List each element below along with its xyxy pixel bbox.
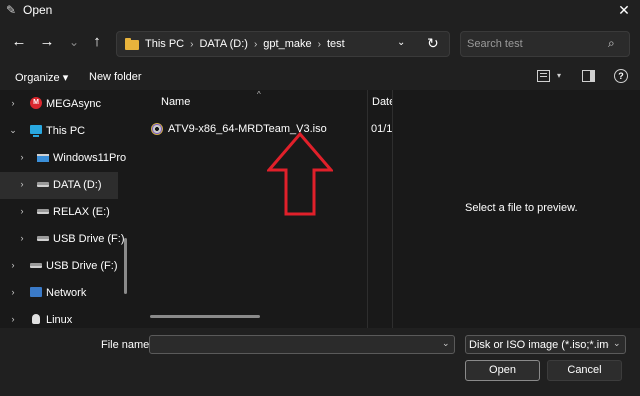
sidebar-item-this-pc[interactable]: ⌄ This PC	[0, 118, 118, 145]
chevron-right-icon[interactable]: ›	[8, 98, 18, 108]
sidebar-item-data-drive[interactable]: › DATA (D:)	[0, 172, 118, 199]
address-bar[interactable]: This PC › DATA (D:) › gpt_make › test ⌄ ↻	[116, 31, 450, 57]
breadcrumb: This PC › DATA (D:) › gpt_make › test	[145, 38, 345, 50]
sidebar-item-label: Network	[46, 287, 87, 299]
annotation-arrow-icon	[267, 132, 333, 216]
file-name-label: File name:	[101, 339, 153, 351]
preview-pane: Select a file to preview.	[392, 90, 640, 328]
file-type-value: Disk or ISO image (*.iso;*.img;*.	[469, 339, 609, 351]
forward-button[interactable]: →	[37, 32, 57, 52]
sidebar-item-label: DATA (D:)	[53, 179, 102, 191]
navigation-scrollbar[interactable]	[124, 238, 127, 294]
back-button[interactable]: ←	[9, 32, 29, 52]
sidebar-item-usb-drive[interactable]: › USB Drive (F:)	[0, 226, 125, 253]
search-box: ⌕	[460, 31, 630, 57]
title-bar: ✎ Open ✕	[0, 0, 640, 20]
chevron-right-icon[interactable]: ›	[17, 233, 27, 243]
preview-message: Select a file to preview.	[465, 202, 578, 214]
sidebar-item-label: RELAX (E:)	[53, 206, 110, 218]
sidebar-item-label: USB Drive (F:)	[46, 260, 118, 272]
folder-icon	[125, 38, 139, 50]
chevron-down-icon[interactable]: ⌄	[8, 125, 18, 136]
chevron-right-icon[interactable]: ›	[17, 152, 27, 162]
file-type-select[interactable]: Disk or ISO image (*.iso;*.img;*. ⌄	[465, 335, 626, 354]
new-folder-button[interactable]: New folder	[89, 71, 142, 83]
chevron-right-icon[interactable]: ›	[8, 260, 18, 270]
crumb-test[interactable]: test	[327, 38, 345, 50]
sidebar-item-relax-drive[interactable]: › RELAX (E:)	[0, 199, 118, 226]
chevron-down-icon[interactable]: ⌄	[442, 338, 450, 349]
chevron-right-icon[interactable]: ›	[17, 206, 27, 216]
drive-icon	[37, 209, 49, 214]
chevron-right-icon: ›	[253, 39, 258, 50]
sidebar-item-label: Linux	[46, 314, 73, 326]
preview-pane-icon[interactable]	[582, 70, 595, 82]
sidebar-item-label: MEGAsync	[46, 98, 102, 110]
crumb-data-drive[interactable]: DATA (D:)	[199, 38, 247, 50]
refresh-button[interactable]: ↻	[427, 35, 439, 52]
crumb-this-pc[interactable]: This PC	[145, 38, 184, 50]
recent-locations-button[interactable]: ⌄	[64, 32, 84, 52]
navigation-pane: › M MEGAsync ⌄ This PC › Windows11Pro › …	[0, 90, 132, 328]
sidebar-item-megasync[interactable]: › M MEGAsync	[0, 91, 118, 118]
up-button[interactable]: ↑	[87, 32, 107, 52]
drive-icon	[30, 263, 42, 268]
window-title: Open	[23, 3, 53, 17]
file-list: ^ Name Date ATV9-x86_64-MRDTeam_V3.iso 0…	[132, 90, 395, 328]
open-button[interactable]: Open	[465, 360, 540, 381]
network-icon	[30, 287, 42, 297]
iso-file-icon	[151, 123, 163, 135]
sidebar-item-label: This PC	[46, 125, 86, 137]
close-button[interactable]: ✕	[608, 0, 640, 20]
command-bar: Organize ▾ New folder ▾ ?	[0, 66, 640, 90]
drive-icon	[37, 236, 49, 241]
chevron-right-icon: ›	[190, 39, 194, 50]
cancel-button[interactable]: Cancel	[547, 360, 622, 381]
view-dropdown-icon[interactable]: ▾	[557, 71, 561, 80]
crumb-gpt-make[interactable]: gpt_make	[263, 38, 311, 50]
chevron-right-icon[interactable]: ›	[8, 287, 18, 297]
search-input[interactable]	[467, 36, 607, 52]
edit-icon: ✎	[6, 3, 17, 17]
organize-button[interactable]: Organize ▾	[15, 71, 68, 84]
view-options-icon[interactable]	[537, 70, 550, 82]
chevron-right-icon[interactable]: ›	[8, 314, 18, 324]
list-item[interactable]: ATV9-x86_64-MRDTeam_V3.iso 01/1	[132, 120, 392, 140]
this-pc-icon	[30, 125, 42, 137]
horizontal-scrollbar[interactable]	[150, 315, 260, 318]
sidebar-item-windows11pro[interactable]: › Windows11Pro	[0, 145, 127, 172]
navigation-bar: ← → ⌄ ↑ This PC › DATA (D:) › gpt_make › test …	[0, 20, 640, 66]
megasync-icon: M	[30, 97, 42, 109]
help-icon[interactable]: ?	[614, 69, 628, 83]
linux-icon	[32, 314, 40, 324]
drive-icon	[37, 182, 49, 187]
windows-drive-icon	[37, 154, 49, 162]
address-dropdown-icon[interactable]: ⌄	[397, 37, 411, 48]
file-name-input[interactable]	[154, 338, 434, 351]
sidebar-item-label: USB Drive (F:)	[53, 233, 125, 245]
chevron-right-icon[interactable]: ›	[17, 179, 27, 189]
file-date: 01/1	[371, 123, 393, 135]
search-icon[interactable]: ⌕	[608, 36, 615, 51]
chevron-down-icon[interactable]: ⌄	[613, 338, 621, 349]
sidebar-item-linux[interactable]: › Linux	[0, 307, 118, 328]
chevron-right-icon: ›	[317, 39, 321, 50]
footer: File name: ⌄ Disk or ISO image (*.iso;*.…	[0, 328, 640, 396]
sidebar-item-label: Windows11Pro	[53, 152, 127, 164]
file-name-field[interactable]: ⌄	[149, 335, 455, 354]
column-header-name[interactable]: Name	[161, 96, 190, 108]
sidebar-item-network[interactable]: › Network	[0, 280, 118, 307]
sort-ascending-icon: ^	[257, 90, 261, 99]
sidebar-item-usb-drive-root[interactable]: › USB Drive (F:)	[0, 253, 118, 280]
